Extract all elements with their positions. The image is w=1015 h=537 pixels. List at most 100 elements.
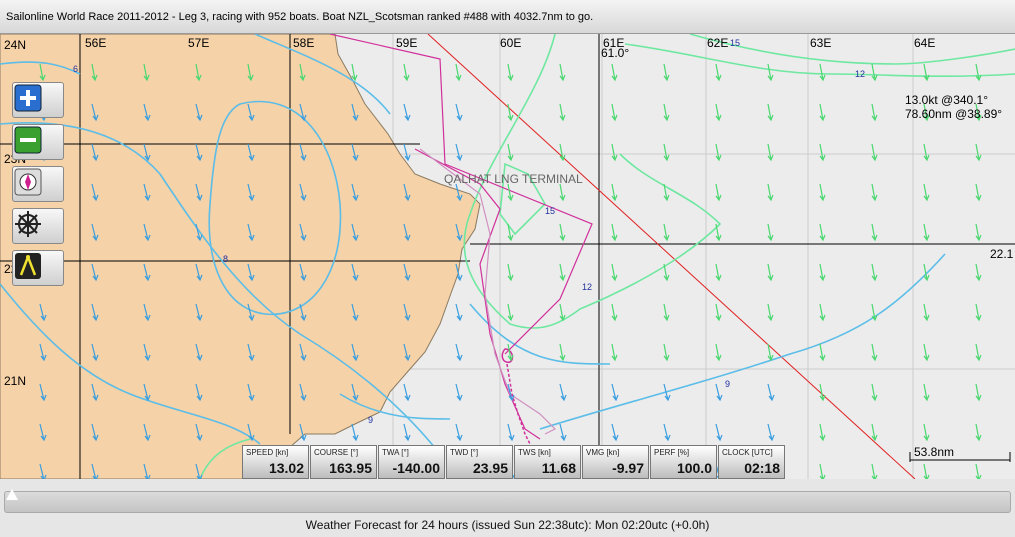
wind-arrow bbox=[767, 423, 775, 442]
wind-arrow bbox=[767, 303, 774, 322]
lon-label: 58E bbox=[293, 36, 315, 50]
wind-arrow bbox=[975, 343, 982, 362]
wind-arrow bbox=[351, 423, 359, 442]
wind-arrow bbox=[819, 183, 826, 202]
instrument-tws: TWS [kn] 11.68 bbox=[514, 445, 581, 479]
instrument-twd: TWD [°] 23.95 bbox=[446, 445, 513, 479]
divider-button[interactable] bbox=[12, 250, 64, 286]
wind-arrow bbox=[611, 303, 618, 322]
lon-label: 60E bbox=[500, 36, 522, 50]
wind-arrow bbox=[819, 303, 826, 322]
wind-arrow bbox=[455, 383, 463, 402]
wind-arrow bbox=[403, 63, 410, 82]
cursor-lon-readout: 61.0° bbox=[601, 46, 630, 60]
wind-arrow bbox=[507, 103, 514, 122]
wind-arrow bbox=[611, 63, 618, 82]
wind-arrow bbox=[767, 143, 774, 162]
wind-arrow bbox=[507, 423, 515, 442]
wind-arrow bbox=[559, 223, 566, 242]
race-map[interactable]: 56E 57E 58E 59E 60E 61E 62E 63E 64E 24N … bbox=[0, 34, 1015, 479]
wind-arrow bbox=[611, 183, 618, 202]
wind-arrow bbox=[663, 223, 670, 242]
wind-arrow bbox=[611, 423, 619, 442]
wind-arrow bbox=[455, 303, 463, 322]
land-mass bbox=[0, 34, 481, 479]
wind-arrow bbox=[767, 183, 774, 202]
instrument-twa: TWA [°] -140.00 bbox=[378, 445, 445, 479]
zoom-in-icon bbox=[14, 84, 42, 112]
wind-arrow bbox=[663, 143, 670, 162]
wind-arrow bbox=[819, 423, 826, 442]
instrument-vmg: VMG [kn] -9.97 bbox=[582, 445, 649, 479]
wind-arrow bbox=[559, 103, 566, 122]
wind-arrow bbox=[871, 303, 878, 322]
wind-arrow bbox=[871, 63, 878, 82]
wind-arrow bbox=[715, 383, 723, 402]
map-canvas[interactable] bbox=[0, 34, 1015, 479]
wind-arrow bbox=[767, 223, 774, 242]
wind-arrow bbox=[403, 143, 411, 162]
wind-arrow bbox=[767, 383, 775, 402]
rhumb-line bbox=[427, 34, 916, 479]
wind-arrow bbox=[871, 263, 878, 282]
wind-arrow bbox=[871, 423, 878, 442]
forecast-time-slider[interactable] bbox=[4, 491, 1011, 513]
window-title: Sailonline World Race 2011-2012 - Leg 3,… bbox=[6, 10, 594, 23]
slider-thumb[interactable] bbox=[6, 489, 18, 500]
lon-label: 63E bbox=[810, 36, 832, 50]
wind-arrow bbox=[767, 63, 774, 82]
wind-arrow bbox=[403, 103, 411, 122]
wind-arrow bbox=[507, 143, 514, 162]
wind-arrow bbox=[923, 343, 930, 362]
zoom-out-button[interactable] bbox=[12, 124, 64, 160]
wind-arrow bbox=[871, 463, 878, 479]
wind-arrow bbox=[819, 143, 826, 162]
wind-arrow bbox=[611, 263, 618, 282]
wind-arrow bbox=[923, 63, 930, 82]
forecast-status: Weather Forecast for 24 hours (issued Su… bbox=[305, 518, 710, 532]
instrument-course: COURSE [°] 163.95 bbox=[310, 445, 377, 479]
wind-arrow bbox=[819, 463, 826, 479]
wind-arrow bbox=[819, 383, 826, 402]
wind-arrow bbox=[559, 423, 567, 442]
lon-label: 57E bbox=[188, 36, 210, 50]
wind-arrow bbox=[871, 223, 878, 242]
wind-arrow bbox=[559, 303, 566, 322]
wind-arrow bbox=[559, 383, 567, 402]
wind-arrow bbox=[455, 423, 463, 442]
place-label: QALHAT LNG TERMINAL bbox=[444, 172, 583, 186]
isobar-label: 6 bbox=[73, 64, 79, 74]
wind-arrow bbox=[663, 103, 670, 122]
lat-label: 21N bbox=[4, 374, 27, 388]
wind-arrow bbox=[663, 343, 670, 362]
isobar-label: 8 bbox=[223, 254, 229, 264]
helm-button[interactable] bbox=[12, 208, 64, 244]
lon-label: 56E bbox=[85, 36, 107, 50]
zoom-in-button[interactable] bbox=[12, 82, 64, 118]
wind-arrow bbox=[819, 343, 826, 362]
wind-arrow bbox=[351, 63, 358, 82]
lon-label: 64E bbox=[914, 36, 936, 50]
wind-arrow bbox=[871, 383, 878, 402]
wind-arrow bbox=[715, 303, 722, 322]
wind-arrow bbox=[975, 63, 982, 82]
wind-arrow bbox=[559, 343, 566, 362]
wind-arrow bbox=[403, 423, 411, 442]
wind-arrow bbox=[819, 63, 826, 82]
wind-arrow bbox=[559, 263, 566, 282]
isobar-label: 15 bbox=[730, 38, 741, 48]
wind-arrow bbox=[715, 63, 722, 82]
lon-label: 59E bbox=[396, 36, 418, 50]
wind-arrow bbox=[975, 183, 982, 202]
instrument-panel: SPEED [kn] 13.02 COURSE [°] 163.95 TWA [°]… bbox=[242, 445, 786, 479]
wind-arrow bbox=[871, 183, 878, 202]
scale-bar: 53.8nm bbox=[908, 445, 1012, 464]
wind-arrow bbox=[455, 343, 463, 362]
isobar-label: 15 bbox=[545, 206, 556, 216]
wind-arrow bbox=[975, 463, 982, 479]
wind-arrow bbox=[455, 63, 462, 82]
wind-arrow bbox=[923, 183, 930, 202]
wind-arrow bbox=[715, 263, 722, 282]
wind-arrow bbox=[507, 303, 514, 322]
compass-button[interactable] bbox=[12, 166, 64, 202]
